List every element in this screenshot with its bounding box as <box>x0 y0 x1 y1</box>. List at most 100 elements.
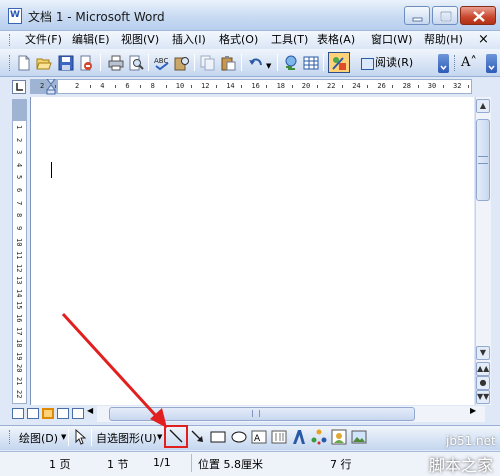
ruler-tick-label: 14 <box>15 288 23 298</box>
ruler-tick-mark <box>342 85 343 88</box>
status-separator <box>191 454 192 472</box>
status-section: 1 节 <box>107 458 129 471</box>
ruler-tick-label: 16 <box>15 314 23 323</box>
print-layout-view-icon[interactable] <box>42 408 54 419</box>
status-page-count: 1/1 <box>153 456 171 469</box>
menu-file[interactable]: 文件(F) <box>25 32 62 48</box>
autoshapes-menu-button[interactable]: 自选图形(U) <box>96 430 157 446</box>
ruler-tick-label: 8 <box>15 213 23 218</box>
copy-icon[interactable] <box>200 55 216 71</box>
diagram-icon[interactable] <box>311 429 327 445</box>
picture-icon[interactable] <box>351 429 367 445</box>
rectangle-icon[interactable] <box>210 429 226 445</box>
font-size-icon[interactable]: A˄ <box>461 55 477 70</box>
ruler-tick-mark <box>316 85 318 88</box>
horizontal-scroll-thumb[interactable] <box>109 407 415 421</box>
table-icon[interactable] <box>303 55 319 71</box>
scroll-up-button[interactable]: ▲ <box>476 99 490 113</box>
permission-icon[interactable] <box>78 55 94 71</box>
menu-format[interactable]: 格式(O) <box>219 32 258 48</box>
toolbar-separator <box>100 54 101 71</box>
maximize-button[interactable] <box>432 6 458 25</box>
clipart-icon[interactable] <box>331 429 347 445</box>
wordart-icon[interactable] <box>291 429 307 445</box>
next-page-button[interactable]: ▼▼ <box>476 390 490 404</box>
menu-insert[interactable]: 插入(I) <box>172 32 206 48</box>
paste-icon[interactable] <box>220 55 236 71</box>
ruler-tick-label: 3 <box>15 150 23 155</box>
ruler-tick-label: 12 <box>201 82 210 90</box>
save-icon[interactable] <box>58 55 74 71</box>
spelling-icon[interactable]: ABC <box>154 55 170 71</box>
draw-menu-button[interactable]: 绘图(D) <box>19 430 58 446</box>
textbox-icon[interactable]: A <box>251 429 267 445</box>
scroll-left-button[interactable]: ◀ <box>87 406 93 415</box>
normal-view-icon[interactable] <box>12 408 24 419</box>
ruler-tick-label: 9 <box>15 225 23 231</box>
web-layout-view-icon[interactable] <box>27 408 39 419</box>
read-button[interactable]: 阅读(R) <box>357 53 415 72</box>
document-page[interactable] <box>30 97 474 405</box>
insert-hyperlink-icon[interactable] <box>283 55 299 71</box>
toolbar-options-chevron-icon[interactable] <box>486 54 497 73</box>
close-document-button[interactable]: × <box>478 32 489 48</box>
ruler-tick-label: 26 <box>377 82 386 90</box>
select-browse-object-button[interactable]: ● <box>476 376 490 390</box>
new-icon[interactable] <box>16 55 32 71</box>
research-icon[interactable] <box>174 55 190 71</box>
toolbar-options-chevron-icon[interactable] <box>438 54 449 73</box>
watermark-logo: 脚本之家 <box>429 456 494 475</box>
menu-help[interactable]: 帮助(H) <box>424 32 463 48</box>
menu-tools[interactable]: 工具(T) <box>271 32 308 48</box>
ruler-tick-label: 22 <box>15 389 23 399</box>
word-doc-icon[interactable] <box>8 8 22 24</box>
ruler-tick-mark <box>266 85 268 88</box>
vertical-textbox-icon[interactable] <box>271 429 287 445</box>
previous-page-button[interactable]: ▲▲ <box>476 362 490 376</box>
ruler-tick-label: 10 <box>15 238 23 247</box>
ruler-tick-label: 32 <box>453 82 462 90</box>
toolbar-separator <box>241 54 242 71</box>
ruler-tick-label: 4 <box>100 82 105 90</box>
close-button[interactable] <box>460 6 496 25</box>
ruler-tick-label: 2 <box>15 137 23 142</box>
watermark-site: jb51.net <box>446 434 496 448</box>
toolbar-grip[interactable] <box>454 55 456 71</box>
toolbar-grip[interactable] <box>9 430 11 444</box>
toolbar-separator <box>91 429 92 446</box>
tab-selector[interactable] <box>12 80 26 94</box>
toolbar-separator <box>323 54 324 71</box>
ruler-tick-mark <box>241 85 243 88</box>
undo-dropdown-icon[interactable]: ▼ <box>266 62 271 70</box>
scroll-grip-icon <box>478 156 488 164</box>
menu-window[interactable]: 窗口(W) <box>371 32 412 48</box>
ruler-tick-label: 21 <box>15 377 23 386</box>
print-preview-icon[interactable] <box>128 55 144 71</box>
toolbar-separator <box>277 54 278 71</box>
menu-view[interactable]: 视图(V) <box>121 32 159 48</box>
menu-table[interactable]: 表格(A) <box>317 32 355 48</box>
draw-dropdown-icon[interactable]: ▼ <box>61 433 66 441</box>
ruler-tick-mark <box>55 85 56 88</box>
scroll-down-button[interactable]: ▼ <box>476 346 490 360</box>
toolbar-separator <box>68 429 69 446</box>
ruler-tick-mark <box>392 85 394 88</box>
menu-grip[interactable] <box>9 34 11 46</box>
reading-layout-view-icon[interactable] <box>72 408 84 419</box>
open-icon[interactable] <box>36 55 52 71</box>
arrow-icon[interactable] <box>190 429 206 445</box>
oval-icon[interactable] <box>231 429 247 445</box>
vertical-ruler-ticks: 1 2 3 4 5 6 7 8 9 10 11 12 13 14 15 16 17 18 19 20 21 22 <box>12 99 27 404</box>
ruler-tick-label: 8 <box>150 82 155 90</box>
menu-edit[interactable]: 编辑(E) <box>72 32 110 48</box>
toolbar-separator <box>194 54 195 71</box>
undo-icon[interactable] <box>248 55 264 71</box>
autoshapes-dropdown-icon[interactable]: ▼ <box>157 433 162 441</box>
minimize-button[interactable] <box>404 6 430 25</box>
select-objects-icon[interactable] <box>72 428 88 445</box>
drawing-icon <box>331 55 347 71</box>
toolbar-grip[interactable] <box>9 55 11 71</box>
print-icon[interactable] <box>108 55 124 71</box>
outline-view-icon[interactable] <box>57 408 69 419</box>
scroll-right-button[interactable]: ▶ <box>470 406 476 415</box>
